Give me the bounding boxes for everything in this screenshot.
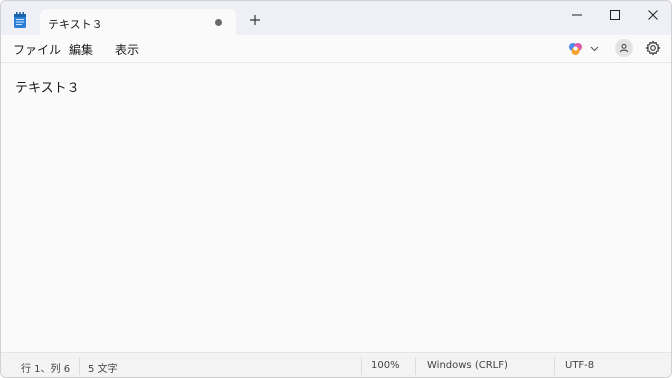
title-bar[interactable]: テキスト３ xyxy=(1,1,671,36)
status-bar: 行 1、列 6 5 文字 100% Windows (CRLF) UTF-8 xyxy=(1,352,671,377)
status-divider xyxy=(415,357,416,375)
character-count: 5 文字 xyxy=(88,364,118,375)
minimize-button[interactable] xyxy=(558,1,596,29)
profile-button[interactable] xyxy=(615,39,633,57)
status-divider xyxy=(554,357,555,375)
maximize-button[interactable] xyxy=(596,1,634,29)
notepad-icon xyxy=(14,12,26,28)
profile-icon xyxy=(620,43,628,53)
line-ending[interactable]: Windows (CRLF) xyxy=(427,360,508,371)
tab-title: テキスト３ xyxy=(48,18,103,31)
menu-edit[interactable]: 編集 xyxy=(69,41,93,58)
encoding[interactable]: UTF-8 xyxy=(565,360,594,371)
close-icon xyxy=(648,10,658,20)
notepad-window: テキスト３ ファイル 編集 表示 テキスト３ 行 1、列 6 5 文字 100%… xyxy=(0,0,672,378)
plus-icon[interactable] xyxy=(247,12,263,28)
copilot-icon xyxy=(569,43,599,55)
menu-file[interactable]: ファイル xyxy=(13,41,61,58)
gear-icon[interactable] xyxy=(645,40,661,56)
status-divider xyxy=(79,357,80,375)
zoom-level[interactable]: 100% xyxy=(371,360,400,371)
close-button[interactable] xyxy=(634,1,671,29)
status-divider xyxy=(361,357,362,375)
text-editor[interactable]: テキスト３ xyxy=(1,63,671,352)
copilot-button[interactable] xyxy=(568,41,602,57)
cursor-position: 行 1、列 6 xyxy=(21,364,71,375)
unsaved-dot-icon[interactable] xyxy=(215,19,222,26)
menu-bar: ファイル 編集 表示 xyxy=(1,35,671,62)
maximize-icon xyxy=(610,10,620,20)
editor-content[interactable]: テキスト３ xyxy=(15,77,80,96)
minimize-icon xyxy=(572,14,582,16)
menu-view[interactable]: 表示 xyxy=(115,41,139,58)
tab-active[interactable]: テキスト３ xyxy=(40,9,236,36)
